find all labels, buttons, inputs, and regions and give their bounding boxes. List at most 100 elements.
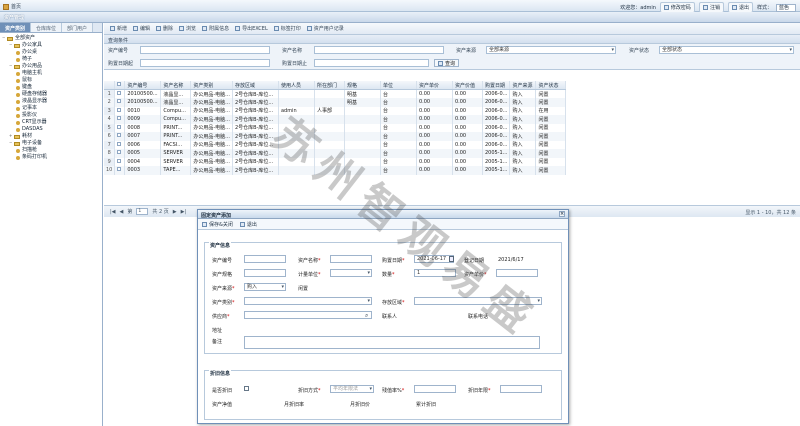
- tree-node[interactable]: 记事本: [2, 105, 102, 112]
- column-header[interactable]: 资产价值: [452, 81, 483, 90]
- column-header[interactable]: 存放区域: [232, 81, 279, 90]
- table-row[interactable]: 7 0006 FACSI... 办公用品-电脑... 2号仓库B-库位... 台 0.00 0…: [104, 140, 567, 149]
- row-checkbox[interactable]: [117, 133, 122, 138]
- residual-input[interactable]: [414, 385, 456, 393]
- search-icon[interactable]: ⌕: [365, 312, 368, 320]
- dlg-name-input[interactable]: [330, 255, 372, 263]
- calendar-icon[interactable]: [449, 256, 454, 262]
- depr-method-select[interactable]: 平均年限法: [330, 385, 374, 393]
- depr-flag-checkbox[interactable]: [244, 386, 249, 391]
- tree-node[interactable]: 硬盘存储器: [2, 91, 102, 98]
- source-select[interactable]: 全部来源: [486, 46, 616, 54]
- close-icon[interactable]: ×: [559, 211, 565, 217]
- expand-toggle-icon[interactable]: −: [2, 35, 5, 42]
- tree-node[interactable]: 扫描枪: [2, 147, 102, 154]
- table-row[interactable]: 9 0004 SERVER 办公用品-电脑... 2号仓库B-库位... 台 0.00 0.0…: [104, 157, 567, 166]
- category-select[interactable]: [244, 297, 372, 305]
- tree-node[interactable]: 鼠标: [2, 77, 102, 84]
- column-header[interactable]: 所在部门: [314, 81, 345, 90]
- search-button[interactable]: 查询: [434, 59, 460, 67]
- last-page-icon[interactable]: ▶|: [181, 209, 187, 215]
- tree-node[interactable]: 椅子: [2, 56, 102, 63]
- toolbar-button-0[interactable]: 新增: [110, 25, 127, 32]
- date-to-input[interactable]: [314, 59, 429, 67]
- qty-input[interactable]: 1: [414, 269, 456, 277]
- save-close-button[interactable]: 保存&关闭: [202, 221, 233, 228]
- row-checkbox[interactable]: [117, 158, 122, 163]
- skin-select[interactable]: 蓝色: [775, 3, 796, 12]
- area-select[interactable]: [414, 297, 542, 305]
- supplier-input[interactable]: [244, 311, 372, 319]
- tree-node[interactable]: − 全部资产: [2, 35, 102, 42]
- table-row[interactable]: 4 0009 Compu... 办公用品-电脑... 2号仓库B-库位... 台 0.00 0…: [104, 115, 567, 124]
- prev-page-icon[interactable]: ◀: [120, 209, 124, 215]
- row-checkbox[interactable]: [117, 167, 122, 172]
- toolbar-button-2[interactable]: 删除: [156, 25, 173, 32]
- tree-node[interactable]: CRT显示器: [2, 119, 102, 126]
- column-header[interactable]: 购置日期: [482, 81, 511, 90]
- status-select[interactable]: 全部状态: [659, 46, 794, 54]
- table-row[interactable]: 3 0010 Compu... 办公用品-电脑... 2号仓库B-库位... admin 人…: [104, 106, 567, 115]
- dialog-exit-button[interactable]: 退出: [239, 221, 257, 228]
- dlg-code-input[interactable]: [244, 255, 286, 263]
- table-row[interactable]: 8 0005 SERVER 办公用品-电脑... 2号仓库B-库位... 台 0.00 0.0…: [104, 149, 567, 158]
- toolbar-button-3[interactable]: 浏览: [179, 25, 196, 32]
- tree-node[interactable]: + 耗材: [2, 133, 102, 140]
- tree-node[interactable]: DASDAS: [2, 126, 102, 133]
- select-all-checkbox[interactable]: [117, 82, 122, 86]
- row-checkbox[interactable]: [117, 124, 122, 129]
- expand-toggle-icon[interactable]: −: [9, 42, 12, 49]
- tab-department[interactable]: 部门用户: [62, 23, 94, 32]
- unit-select[interactable]: [330, 269, 372, 277]
- toolbar-button-1[interactable]: 编辑: [133, 25, 150, 32]
- expand-toggle-icon[interactable]: −: [9, 140, 12, 147]
- name-input[interactable]: [314, 46, 444, 54]
- tree-node[interactable]: 液晶显示器: [2, 98, 102, 105]
- date-from-input[interactable]: [140, 59, 270, 67]
- home-link[interactable]: 首页: [3, 3, 21, 10]
- page-input[interactable]: 1: [136, 208, 149, 215]
- tree-node[interactable]: − 办公用品: [2, 63, 102, 70]
- column-header[interactable]: 资产名称: [160, 81, 192, 90]
- toolbar-button-6[interactable]: 标签打印: [273, 25, 301, 32]
- next-page-icon[interactable]: ▶: [173, 209, 177, 215]
- dlg-source-select[interactable]: 购入: [244, 283, 286, 291]
- remark-textarea[interactable]: [244, 336, 540, 349]
- row-checkbox[interactable]: [117, 99, 122, 104]
- expand-toggle-icon[interactable]: −: [9, 63, 12, 70]
- row-checkbox[interactable]: [117, 107, 122, 112]
- tree-node[interactable]: − 办公家具: [2, 42, 102, 49]
- column-header[interactable]: 使用人员: [278, 81, 315, 90]
- tree-node[interactable]: 条码打印机: [2, 154, 102, 161]
- tree-node[interactable]: 电脑主机: [2, 70, 102, 77]
- column-header[interactable]: 规格: [344, 81, 381, 90]
- column-header[interactable]: 资产单价: [416, 81, 453, 90]
- table-row[interactable]: 5 0008 PRINT... 办公用品-电脑... 2号仓库B-库位... 台 0.00 0…: [104, 123, 567, 132]
- column-header[interactable]: 资产编号: [124, 81, 162, 90]
- toolbar-button-7[interactable]: 资产用户记录: [306, 25, 344, 32]
- table-row[interactable]: 1 20100500... 液晶显... 办公用品-电脑... 2号仓库B-库位... 明…: [104, 89, 567, 98]
- tree-node[interactable]: 办公桌: [2, 49, 102, 56]
- column-header[interactable]: 单位: [380, 81, 417, 90]
- column-header[interactable]: 资产来源: [509, 81, 537, 90]
- toolbar-button-4[interactable]: 附属信息: [202, 25, 229, 32]
- expand-toggle-icon[interactable]: +: [9, 133, 12, 140]
- spec-input[interactable]: [244, 269, 286, 277]
- tab-warehouse[interactable]: 仓库库位: [31, 23, 63, 32]
- row-checkbox[interactable]: [117, 150, 122, 155]
- first-page-icon[interactable]: |◀: [110, 209, 116, 215]
- buy-date-input[interactable]: 2021-06-17: [414, 255, 454, 263]
- column-header[interactable]: 资产状态: [535, 81, 567, 90]
- table-row[interactable]: 2 20100500... 液晶显... 办公用品-电脑... 2号仓库B-库位... 明…: [104, 98, 567, 107]
- table-row[interactable]: 10 0003 TAPE... 办公用品-电脑... 2号仓库B-库位... 台 0.00 0…: [104, 166, 567, 175]
- code-input[interactable]: [140, 46, 270, 54]
- depr-years-input[interactable]: [500, 385, 542, 393]
- row-checkbox[interactable]: [117, 141, 122, 146]
- tree-node[interactable]: 投影仪: [2, 112, 102, 119]
- price-input[interactable]: [496, 269, 538, 277]
- tree-node[interactable]: − 电子设备: [2, 140, 102, 147]
- row-checkbox[interactable]: [117, 91, 122, 95]
- table-row[interactable]: 6 0007 PRINT... 办公用品-电脑... 2号仓库B-库位... 台 0.00 0…: [104, 132, 567, 141]
- column-header[interactable]: 资产类别: [190, 81, 233, 90]
- toolbar-button-5[interactable]: 导出EXCEL: [235, 25, 268, 32]
